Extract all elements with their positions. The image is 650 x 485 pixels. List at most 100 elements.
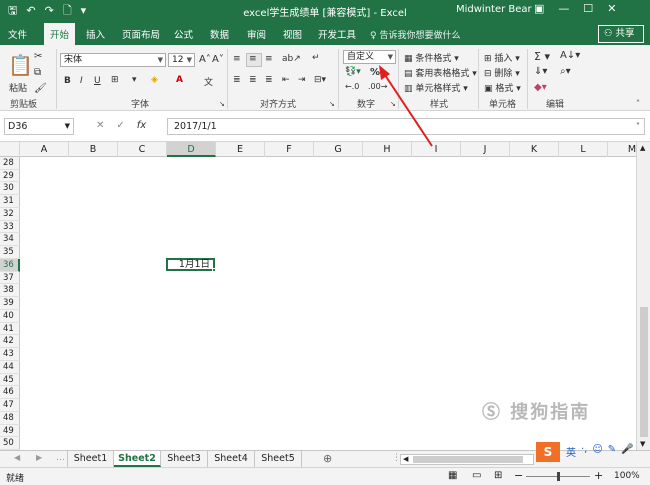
column-header[interactable]: C (118, 142, 167, 157)
user-name[interactable]: Midwinter Bear (456, 4, 532, 15)
row-header[interactable]: 33 (0, 221, 20, 234)
tab-home[interactable]: 开始 (44, 23, 76, 45)
row-header[interactable]: 48 (0, 412, 20, 425)
borders-icon[interactable]: ⊞ (111, 75, 119, 85)
font-size-combo[interactable]: 12 ▼ (168, 53, 195, 67)
next-sheet-icon[interactable]: ▶ (36, 453, 42, 462)
font-name-combo[interactable]: 宋体 ▼ (60, 53, 166, 67)
percent-style-button[interactable]: % (370, 67, 380, 78)
row-header[interactable]: 38 (0, 284, 20, 298)
collapse-ribbon-icon[interactable]: ˄ (636, 99, 640, 108)
fill-icon[interactable]: ⇓▾ (534, 66, 547, 77)
column-header[interactable]: H (363, 142, 412, 157)
shrink-font-icon[interactable]: A˅ (212, 54, 224, 65)
autosum-icon[interactable]: Σ ▾ (534, 50, 550, 63)
tab-insert[interactable]: 插入 (86, 27, 105, 41)
row-header[interactable]: 39 (0, 297, 20, 310)
italic-icon[interactable]: I (80, 76, 83, 86)
increase-indent-icon[interactable]: ⇥ (298, 75, 306, 85)
align-right-icon[interactable]: ≣ (265, 75, 273, 85)
clear-icon[interactable]: ◆▾ (534, 82, 547, 93)
tab-file[interactable]: 文件 (8, 27, 27, 41)
font-color-icon[interactable]: A (176, 75, 183, 85)
row-header[interactable]: 28 (0, 157, 20, 170)
row-header[interactable]: 32 (0, 208, 20, 221)
h-scrollbar-thumb[interactable] (413, 456, 523, 463)
tab-page-layout[interactable]: 页面布局 (122, 27, 160, 41)
paste-label[interactable]: 粘贴 (9, 81, 27, 94)
zoom-in-icon[interactable]: + (594, 469, 603, 482)
orientation-icon[interactable]: ab↗ (282, 54, 301, 64)
column-header[interactable]: M (608, 142, 636, 157)
tab-formulas[interactable]: 公式 (174, 27, 193, 41)
table-format-button[interactable]: ▤ 套用表格格式 ▾ (404, 66, 477, 79)
formula-input[interactable]: 2017/1/1 ˅ (167, 118, 645, 135)
align-center-icon[interactable]: ≣ (249, 75, 257, 85)
ime-english-icon[interactable]: 英 (566, 444, 576, 460)
bold-icon[interactable]: B (64, 76, 71, 86)
ime-emoji-icon[interactable]: ☺ (592, 444, 602, 460)
row-header-selected[interactable]: 36 (0, 258, 20, 272)
column-header-selected[interactable]: D (167, 142, 216, 157)
row-header[interactable]: 42 (0, 335, 20, 349)
prev-sheet-icon[interactable]: ◀ (14, 453, 20, 462)
tab-data[interactable]: 数据 (210, 27, 229, 41)
currency-format-icon[interactable]: 💱▾ (345, 67, 361, 77)
minimize-icon[interactable]: — (558, 2, 569, 15)
increase-decimal-icon[interactable]: ←.0 (345, 82, 359, 91)
paste-icon[interactable]: 📋 (8, 53, 33, 77)
tell-me-search[interactable]: ♀ 告诉我你想要做什么 (370, 28, 460, 41)
column-header[interactable]: I (412, 142, 461, 157)
normal-view-icon[interactable]: ▦ (448, 470, 457, 481)
tab-view[interactable]: 视图 (283, 27, 302, 41)
column-header[interactable]: E (216, 142, 265, 157)
column-header[interactable]: L (559, 142, 608, 157)
row-header[interactable]: 50 (0, 437, 20, 450)
number-format-combo[interactable]: 自定义 ▼ (343, 50, 396, 64)
expand-formula-icon[interactable]: ˅ (636, 119, 640, 134)
sheet-tab[interactable]: Sheet5 (255, 451, 302, 467)
wrap-text-icon[interactable]: ↵ (312, 53, 320, 63)
column-header[interactable]: F (265, 142, 314, 157)
sheet-tab[interactable]: Sheet4 (208, 451, 255, 467)
ime-punct-icon[interactable]: ·, (581, 444, 587, 460)
grow-font-icon[interactable]: A˄ (199, 54, 211, 65)
fill-handle[interactable] (212, 268, 216, 272)
insert-cells-button[interactable]: ⊞ 插入 ▾ (484, 51, 520, 64)
underline-icon[interactable]: U (94, 76, 101, 86)
row-header[interactable]: 35 (0, 246, 20, 259)
sogou-ime-logo[interactable]: S (536, 442, 560, 462)
scroll-up-icon[interactable]: ▲ (640, 144, 645, 152)
column-header[interactable]: G (314, 142, 363, 157)
launcher-icon[interactable]: ↘ (390, 100, 396, 108)
row-header[interactable]: 37 (0, 272, 20, 285)
sort-filter-icon[interactable]: A↓▾ (560, 50, 580, 61)
close-icon[interactable]: ✕ (607, 2, 616, 15)
column-header[interactable]: J (461, 142, 510, 157)
copy-icon[interactable]: ⧉ (34, 67, 41, 78)
maximize-icon[interactable]: ☐ (583, 2, 593, 15)
sheet-tab[interactable]: Sheet1 (67, 451, 114, 467)
merge-center-icon[interactable]: ⊟▾ (314, 75, 326, 85)
row-header[interactable]: 34 (0, 233, 20, 247)
scrollbar-thumb[interactable] (640, 307, 648, 437)
zoom-level[interactable]: 100% (614, 471, 640, 481)
tab-review[interactable]: 审阅 (247, 27, 266, 41)
sheet-tab-active[interactable]: Sheet2 (114, 451, 161, 467)
decrease-indent-icon[interactable]: ⇤ (282, 75, 290, 85)
ime-voice-icon[interactable]: 🎤 (621, 444, 633, 460)
tab-developer[interactable]: 开发工具 (318, 27, 356, 41)
page-break-view-icon[interactable]: ⊞ (494, 470, 502, 481)
delete-cells-button[interactable]: ⊟ 删除 ▾ (484, 66, 520, 79)
comma-style-icon[interactable]: , (384, 67, 387, 77)
sheet-tab[interactable]: Sheet3 (161, 451, 208, 467)
align-left-icon[interactable]: ≣ (233, 75, 241, 85)
name-box[interactable]: D36 ▼ (4, 118, 74, 135)
row-header[interactable]: 31 (0, 195, 20, 208)
column-header[interactable]: K (510, 142, 559, 157)
share-button[interactable]: ⚇ 共享 (598, 25, 644, 43)
row-header[interactable]: 45 (0, 374, 20, 387)
select-all-corner[interactable] (0, 142, 20, 157)
add-sheet-icon[interactable]: ⊕ (323, 452, 332, 465)
enter-icon[interactable]: ✓ (116, 120, 124, 131)
